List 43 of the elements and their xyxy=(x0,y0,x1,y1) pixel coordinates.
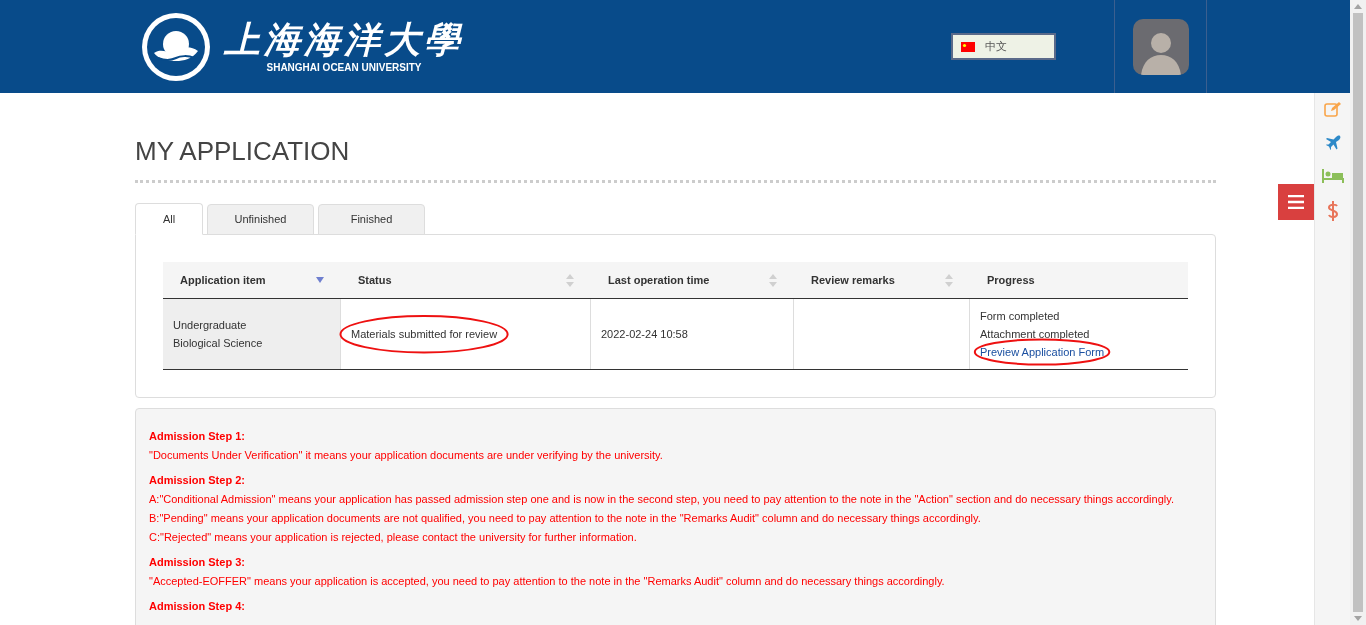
airplane-icon[interactable] xyxy=(1324,135,1341,151)
step-description: B:"Pending" means your application documents are not qualified, you need to pay attention to the note in the "Remarks Audit" column and do necessary things accordingly. xyxy=(149,511,982,526)
column-header[interactable]: Review remarks xyxy=(794,262,970,298)
university-name-english: SHANGHAI OCEAN UNIVERSITY xyxy=(266,60,422,75)
progress-text: Attachment completed xyxy=(980,327,1090,342)
tab[interactable]: All xyxy=(135,203,203,235)
table-cell-text: 2022-02-24 10:58 xyxy=(601,326,688,342)
progress-text: Form completed xyxy=(980,309,1060,324)
edit-icon[interactable] xyxy=(1323,101,1342,117)
university-name-chinese: 上海海洋大學 xyxy=(224,18,464,61)
step-heading: Admission Step 2: xyxy=(149,473,246,488)
column-header[interactable]: Last operation time xyxy=(591,262,794,298)
bed-icon[interactable] xyxy=(1321,169,1344,183)
sort-icon[interactable] xyxy=(769,273,777,287)
sort-icon[interactable] xyxy=(945,273,953,287)
scroll-up-arrow-icon[interactable] xyxy=(1354,4,1362,9)
step-description: "Documents Under Verification" it means your application documents are under verifying by the university. xyxy=(149,448,664,463)
university-emblem-icon xyxy=(140,10,212,83)
page-title: MY APPLICATION xyxy=(135,136,351,166)
scrollbar[interactable] xyxy=(1350,0,1366,625)
step-heading: Admission Step 1: xyxy=(149,429,246,444)
language-selector[interactable]: 中文 xyxy=(951,33,1056,60)
table-cell: Undergraduate Biological Science xyxy=(163,299,341,369)
column-header[interactable]: Progress xyxy=(970,262,1188,298)
scroll-down-arrow-icon[interactable] xyxy=(1354,616,1362,621)
step-description: C:"Rejected" means your application is rejected, please contact the university for further information. xyxy=(149,530,638,545)
menu-button[interactable] xyxy=(1278,184,1314,220)
step-description: "Accepted-EOFFER" means your application is accepted, you need to pay attention to the note in the "Remarks Audit" column and do necessary things accordingly. xyxy=(149,574,946,589)
scrollbar-thumb[interactable] xyxy=(1353,13,1363,612)
column-header[interactable]: Status xyxy=(341,262,591,298)
table-cell: Materials submitted for review xyxy=(351,327,498,340)
tab[interactable]: Finished xyxy=(318,204,425,235)
step-heading: Admission Step 3: xyxy=(149,555,246,570)
column-header[interactable]: Application item xyxy=(163,262,341,298)
dollar-icon[interactable] xyxy=(1326,201,1339,221)
step-description: A:"Conditional Admission" means your application has passed admission step one and is now in the second step, you need to pay attention to the note in the "Action" section and do necessary things accordingly. xyxy=(149,492,1175,507)
china-flag-icon xyxy=(961,41,975,52)
step-heading: Admission Step 4: xyxy=(149,599,246,614)
sort-descending-icon[interactable] xyxy=(316,277,324,283)
sort-icon[interactable] xyxy=(566,273,574,287)
user-avatar[interactable] xyxy=(1132,18,1189,75)
tab[interactable]: Unfinished xyxy=(207,204,314,235)
menu-icon xyxy=(1288,195,1304,209)
